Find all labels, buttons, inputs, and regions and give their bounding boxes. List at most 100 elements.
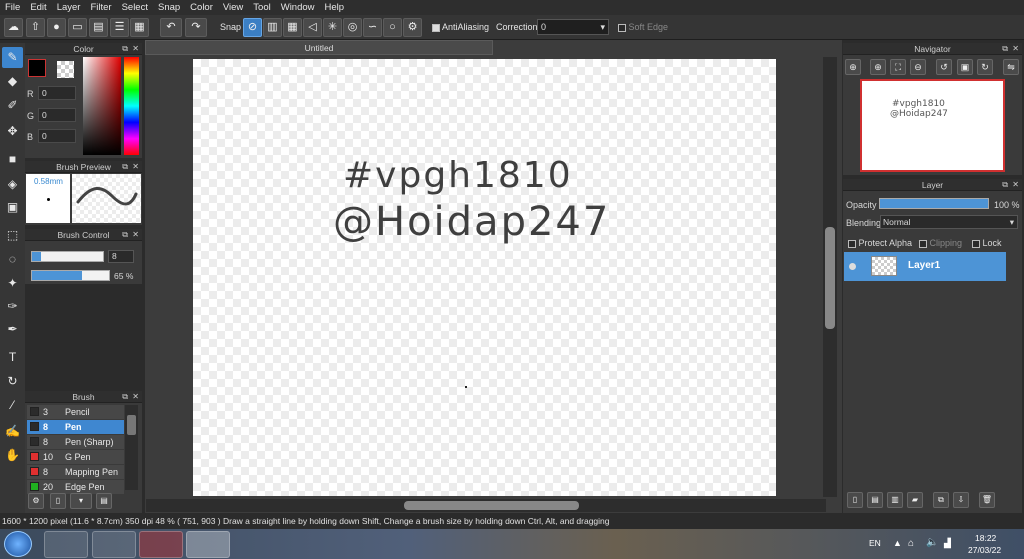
saturation-value-picker[interactable] <box>83 57 121 155</box>
undo-icon[interactable]: ↶ <box>160 18 182 37</box>
vertical-scroll-thumb[interactable] <box>825 227 835 329</box>
transparent-swatch[interactable] <box>57 61 74 78</box>
select-eraser-icon[interactable]: ✒ <box>2 319 23 340</box>
language-indicator[interactable]: EN <box>869 538 881 548</box>
gradient-tool-icon[interactable]: ▣ <box>2 197 23 218</box>
brush-size-slider[interactable] <box>31 251 104 262</box>
close-icon[interactable]: ✕ <box>132 43 139 55</box>
dot-tool-icon[interactable]: ✐ <box>2 95 23 116</box>
antialias-checkbox[interactable]: AntiAliasing <box>432 22 489 32</box>
brush-scroll-thumb[interactable] <box>127 415 136 435</box>
canvas-horizontal-scrollbar[interactable] <box>146 499 826 512</box>
foreground-color-swatch[interactable] <box>28 59 46 77</box>
cloud-icon[interactable]: ☁ <box>4 18 23 37</box>
g-input[interactable]: 0 <box>38 108 76 122</box>
new-layer-icon[interactable]: ▯ <box>847 492 863 508</box>
pen-nib-icon[interactable]: ✍ <box>2 421 23 442</box>
reset-view-icon[interactable]: ▣ <box>957 59 973 75</box>
float-icon[interactable]: ⧉ <box>122 43 128 55</box>
softedge-checkbox[interactable]: Soft Edge <box>618 22 668 32</box>
lock-checkbox[interactable]: Lock <box>972 238 1002 248</box>
export-icon[interactable]: ⇧ <box>26 18 45 37</box>
close-icon[interactable]: ✕ <box>1012 179 1019 191</box>
document-tab[interactable]: Untitled <box>145 40 493 55</box>
rotate-left-icon[interactable]: ↺ <box>936 59 952 75</box>
acrobat-task-icon[interactable] <box>139 531 183 558</box>
operation-tool-icon[interactable]: ↻ <box>2 371 23 392</box>
menu-file[interactable]: File <box>0 2 25 13</box>
menu-help[interactable]: Help <box>320 2 350 13</box>
protect-alpha-checkbox[interactable]: Protect Alpha <box>848 238 912 248</box>
snap-circle-icon[interactable]: ◎ <box>343 18 362 37</box>
hue-slider[interactable] <box>124 57 139 155</box>
chat-icon[interactable]: ● <box>47 18 66 37</box>
new-folder-icon[interactable]: ▰ <box>907 492 923 508</box>
menu-select[interactable]: Select <box>117 2 153 13</box>
redo-icon[interactable]: ↷ <box>185 18 207 37</box>
volume-icon[interactable]: 🔈 <box>926 537 938 548</box>
start-button[interactable] <box>4 531 32 557</box>
eye-icon[interactable] <box>849 263 856 270</box>
select-rect-icon[interactable]: ⬚ <box>2 225 23 246</box>
brush-item[interactable]: 10 G Pen <box>27 450 124 465</box>
list-icon[interactable]: ☰ <box>110 18 129 37</box>
chrome-task-icon[interactable] <box>92 531 136 558</box>
eraser-tool-icon[interactable]: ◆ <box>2 71 23 92</box>
brush-size-value[interactable]: 8 <box>108 250 134 263</box>
settings-icon[interactable]: ⚙ <box>403 18 422 37</box>
grid-icon[interactable]: ▦ <box>130 18 149 37</box>
magic-wand-icon[interactable]: ✦ <box>2 273 23 294</box>
blending-select[interactable]: Normal ▾ <box>880 215 1018 229</box>
menu-view[interactable]: View <box>218 2 248 13</box>
brush-item[interactable]: 8 Mapping Pen <box>27 465 124 480</box>
duplicate-layer-icon[interactable]: ⧉ <box>933 492 949 508</box>
network-icon[interactable]: ⌂ <box>908 538 914 549</box>
move-tool-icon[interactable]: ✥ <box>2 121 23 142</box>
snap-radial-icon[interactable]: ✳ <box>323 18 342 37</box>
clock-date[interactable]: 27/03/22 <box>968 545 1001 555</box>
menu-filter[interactable]: Filter <box>85 2 116 13</box>
new-brush-icon[interactable]: ▯ <box>50 493 66 509</box>
brush-item[interactable]: 8 Pen (Sharp) <box>27 435 124 450</box>
clipping-checkbox[interactable]: Clipping <box>919 238 962 248</box>
menu-tool[interactable]: Tool <box>248 2 275 13</box>
snap-vanish-icon[interactable]: ◁ <box>303 18 322 37</box>
eyedropper-tool-icon[interactable]: ⁄ <box>2 395 23 416</box>
rect-tool-icon[interactable]: ■ <box>2 149 23 170</box>
explorer-task-icon[interactable] <box>44 531 88 558</box>
snap-parallel-icon[interactable]: ▥ <box>263 18 282 37</box>
close-icon[interactable]: ✕ <box>132 229 139 241</box>
snap-ring-icon[interactable]: ○ <box>383 18 402 37</box>
snap-curve-icon[interactable]: ∽ <box>363 18 382 37</box>
zoom-in-icon[interactable]: ⊕ <box>845 59 861 75</box>
layer-row[interactable]: Layer1 <box>844 252 1006 281</box>
snap-grid-icon[interactable]: ▦ <box>283 18 302 37</box>
clock-time[interactable]: 18:22 <box>975 533 996 543</box>
zoom-out-icon[interactable]: ⊖ <box>910 59 926 75</box>
firealpaca-task-icon[interactable] <box>186 531 230 558</box>
brush-settings-icon[interactable]: ⚙ <box>28 493 44 509</box>
drawing-canvas[interactable]: #vpgh1810 @Hoidap247 <box>193 59 776 496</box>
merge-layer-icon[interactable]: ⇩ <box>953 492 969 508</box>
r-input[interactable]: 0 <box>38 86 76 100</box>
hand-tool-icon[interactable]: ✋ <box>2 445 23 466</box>
document-icon[interactable]: ▤ <box>89 18 108 37</box>
copy-brush-icon[interactable]: ▤ <box>96 493 112 509</box>
signal-icon[interactable]: ▟ <box>944 538 951 549</box>
brush-item[interactable]: 3 Pencil <box>27 405 124 420</box>
layer-opacity-slider[interactable] <box>879 198 989 209</box>
flip-icon[interactable]: ⇋ <box>1003 59 1019 75</box>
canvas-vertical-scrollbar[interactable] <box>823 57 837 497</box>
brush-menu-icon[interactable]: ▾ <box>70 493 92 509</box>
close-icon[interactable]: ✕ <box>132 391 139 403</box>
float-icon[interactable]: ⧉ <box>1002 179 1008 191</box>
brush-item[interactable]: 8 Pen <box>27 420 124 435</box>
float-icon[interactable]: ⧉ <box>122 229 128 241</box>
navigator-preview[interactable]: #vpgh1810 @Hoidap247 <box>860 79 1005 172</box>
fill-tool-icon[interactable]: ◈ <box>2 174 23 195</box>
close-icon[interactable]: ✕ <box>132 161 139 173</box>
brush-list-scrollbar[interactable] <box>125 405 138 490</box>
delete-layer-icon[interactable]: 🗑 <box>979 492 995 508</box>
correction-select[interactable]: 0 ▾ <box>537 19 609 35</box>
message-icon[interactable]: ▭ <box>68 18 87 37</box>
